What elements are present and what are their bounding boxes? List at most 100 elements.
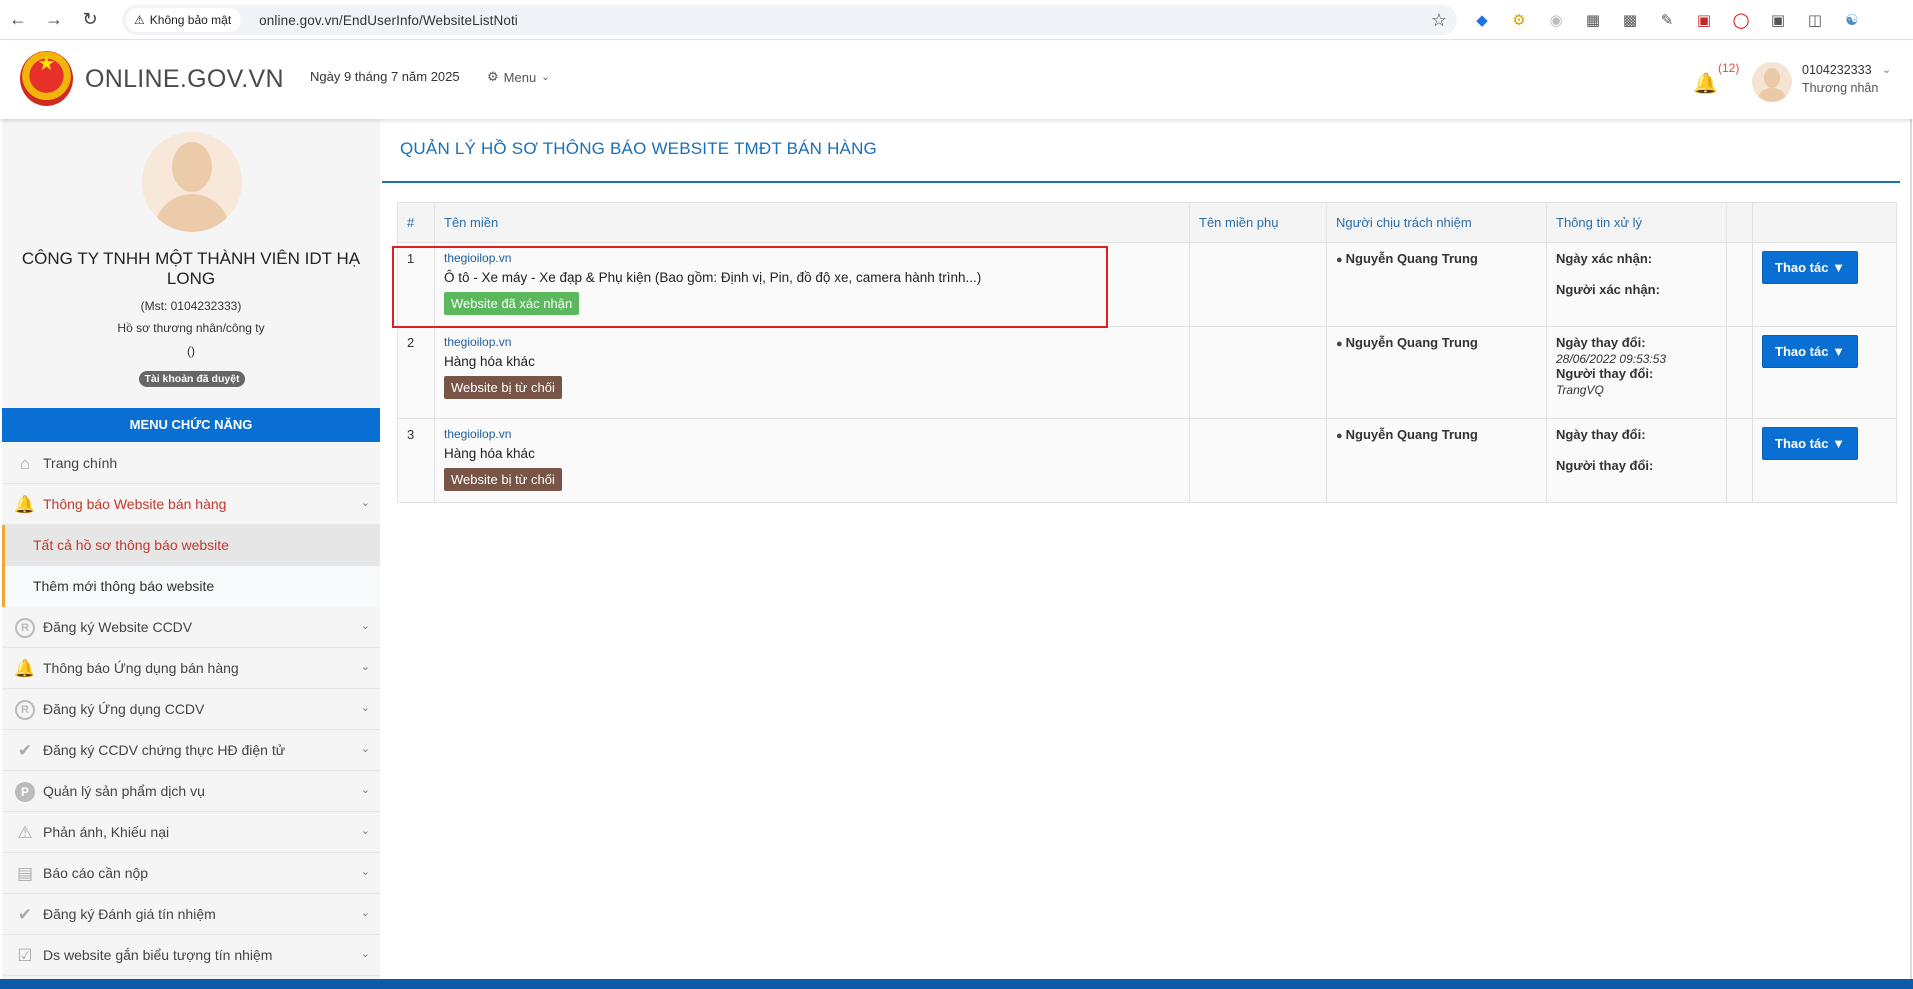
profile-extra: () [187,344,195,358]
row-index: 1 [397,242,435,327]
sidebar-subitem-add-notification[interactable]: Thêm mới thông báo website [2,566,380,607]
row-action-cell: Thao tác ▼ [1752,242,1897,327]
sidebar-item-app-notification[interactable]: 🔔 Thông báo Ứng dụng bán hàng ⌄ [2,648,380,689]
extension-opera-icon[interactable]: ◯ [1729,8,1753,32]
sidebar-item-label: Đăng ký Ứng dụng CCDV [43,701,205,717]
footer-bar [0,979,1913,989]
domain-link[interactable]: thegioilop.vn [444,251,1180,265]
status-badge: Website bị từ chối [444,468,562,491]
sidebar-item-label: Trang chính [43,455,118,471]
profile-icon[interactable]: ☯ [1840,8,1864,32]
action-label: Thao tác [1775,436,1829,451]
goods-category: Ô tô - Xe máy - Xe đạp & Phụ kiện (Bao g… [444,270,982,285]
info-label: Người thay đổi: [1556,458,1654,473]
info-value: TrangVQ [1556,383,1604,397]
info-value [1556,444,1717,458]
goods-category: Hàng hóa khác [444,354,535,369]
extension-gear-icon[interactable]: ⚙ [1507,8,1531,32]
chevron-down-icon: ⌄ [360,825,370,837]
sidebar-item-label: Ds website gắn biểu tượng tín nhiệm [43,947,273,963]
action-dropdown-button[interactable]: Thao tác ▼ [1762,335,1858,368]
sidebar-item-label: Báo cáo cần nộp [43,865,149,881]
page-scrollbar[interactable] [1910,119,1912,979]
menu-label: Menu [503,69,537,85]
sidebar-item-complaints[interactable]: ⚠ Phản ánh, Khiếu nại ⌄ [2,812,380,853]
extension-circle-icon[interactable]: ◉ [1544,8,1568,32]
notification-count: (12) [1718,61,1740,75]
user-id[interactable]: 0104232333 [1802,63,1872,77]
notification-bell[interactable]: 🔔 [1693,71,1723,101]
sidebar-item-products[interactable]: P Quản lý sản phẩm dịch vụ ⌄ [2,771,380,812]
bell-icon: 🔔 [14,495,36,514]
user-chevron-down-icon[interactable]: ⌄ [1882,63,1891,76]
column-header-domain: Tên miền [434,202,1190,243]
sidebar-subitem-all-notifications[interactable]: Tất cả hồ sơ thông báo website [2,525,380,566]
chevron-down-icon: ⌄ [360,784,370,796]
site-title[interactable]: ONLINE.GOV.VN [85,65,284,94]
sidebar-subitem-label: Tất cả hồ sơ thông báo website [33,537,229,553]
extension-tag-icon[interactable]: ◆ [1470,8,1494,32]
responsible-person: Nguyễn Quang Trung [1345,335,1478,350]
forward-arrow-icon[interactable]: → [36,0,72,40]
reload-icon[interactable]: ↻ [72,0,108,40]
action-dropdown-button[interactable]: Thao tác ▼ [1762,251,1858,284]
action-label: Thao tác [1775,260,1829,275]
extension-qr-icon[interactable]: ▩ [1618,8,1642,32]
domain-link[interactable]: thegioilop.vn [444,427,1180,441]
sidebar-item-reports[interactable]: ▤ Báo cáo cần nộp ⌄ [2,853,380,894]
address-bar[interactable]: ⚠ Không bảo mật online.gov.vn/EndUserInf… [122,5,1457,35]
row-index: 2 [397,326,435,419]
sidebar-item-register-website[interactable]: R Đăng ký Website CCDV ⌄ [2,607,380,648]
row-domain-cell: thegioilop.vn Ô tô - Xe máy - Xe đạp & P… [434,242,1190,327]
notification-table: # Tên miền Tên miền phụ Người chịu trách… [397,202,1897,503]
extension-new-icon[interactable]: ▣ [1692,8,1716,32]
user-icon: ● [1336,430,1343,442]
url-text[interactable]: online.gov.vn/EndUserInfo/WebsiteListNot… [259,13,518,28]
sidebar-item-register-app[interactable]: R Đăng ký Ứng dụng CCDV ⌄ [2,689,380,730]
sidebar-item-trust-badge-list[interactable]: ☑ Ds website gắn biểu tượng tín nhiệm ⌄ [2,935,380,976]
extension-code-icon[interactable]: ▦ [1581,8,1605,32]
status-badge: Website đã xác nhận [444,292,580,315]
sidebar-item-label: Đăng ký Đánh giá tín nhiệm [43,906,216,922]
company-tax-code: (Mst: 0104232333) [140,299,242,313]
action-dropdown-button[interactable]: Thao tác ▼ [1762,427,1858,460]
extension-image-icon[interactable]: ▣ [1766,8,1790,32]
domain-link[interactable]: thegioilop.vn [444,335,1180,349]
info-label: Người thay đổi: [1556,366,1654,381]
row-action-cell: Thao tác ▼ [1752,418,1897,503]
caret-down-icon: ▼ [1832,344,1845,359]
caret-down-icon: ▼ [1832,436,1845,451]
sidebar-item-label: Thông báo Website bán hàng [43,496,227,512]
company-avatar [142,132,242,232]
sidebar-item-website-notification[interactable]: 🔔 Thông báo Website bán hàng ⌄ [2,484,380,525]
column-header-subdomain: Tên miền phụ [1189,202,1327,243]
browser-toolbar: ← → ↻ ⚠ Không bảo mật online.gov.vn/EndU… [0,0,1913,40]
warning-icon: ⚠ [134,13,145,27]
user-avatar[interactable] [1752,62,1792,102]
extension-pen-icon[interactable]: ✎ [1655,8,1679,32]
check-circle-icon: ✔ [17,905,33,924]
row-info-cell: Ngày thay đổi: Người thay đổi: [1546,418,1727,503]
title-divider [382,181,1900,183]
chevron-down-icon: ⌄ [360,497,370,509]
bookmark-star-icon[interactable]: ☆ [1431,10,1447,31]
column-header-action [1752,202,1897,243]
check-circle-icon: ✔ [17,741,33,760]
sidebar-item-home[interactable]: ⌂ Trang chính [2,443,380,484]
sidebar-item-einvoice[interactable]: ✔ Đăng ký CCDV chứng thực HĐ điện tử ⌄ [2,730,380,771]
row-info-cell: Ngày thay đổi: 28/06/2022 09:53:53 Người… [1546,326,1727,419]
header-menu[interactable]: ⚙ Menu ⌄ [487,69,550,85]
chevron-down-icon: ⌄ [360,702,370,714]
row-subdomain-cell [1189,418,1327,503]
table-header-row: # Tên miền Tên miền phụ Người chịu trách… [397,202,1897,243]
row-index: 3 [397,418,435,503]
extensions-puzzle-icon[interactable]: ◫ [1803,8,1827,32]
security-chip[interactable]: ⚠ Không bảo mật [126,8,242,32]
chevron-down-icon: ⌄ [541,71,550,83]
sidebar-item-label: Thông báo Ứng dụng bán hàng [43,660,239,676]
column-header-blank [1726,202,1753,243]
goods-category: Hàng hóa khác [444,446,535,461]
sidebar-item-trust-rating[interactable]: ✔ Đăng ký Đánh giá tín nhiệm ⌄ [2,894,380,935]
back-arrow-icon[interactable]: ← [0,0,36,40]
chevron-down-icon: ⌄ [360,948,370,960]
